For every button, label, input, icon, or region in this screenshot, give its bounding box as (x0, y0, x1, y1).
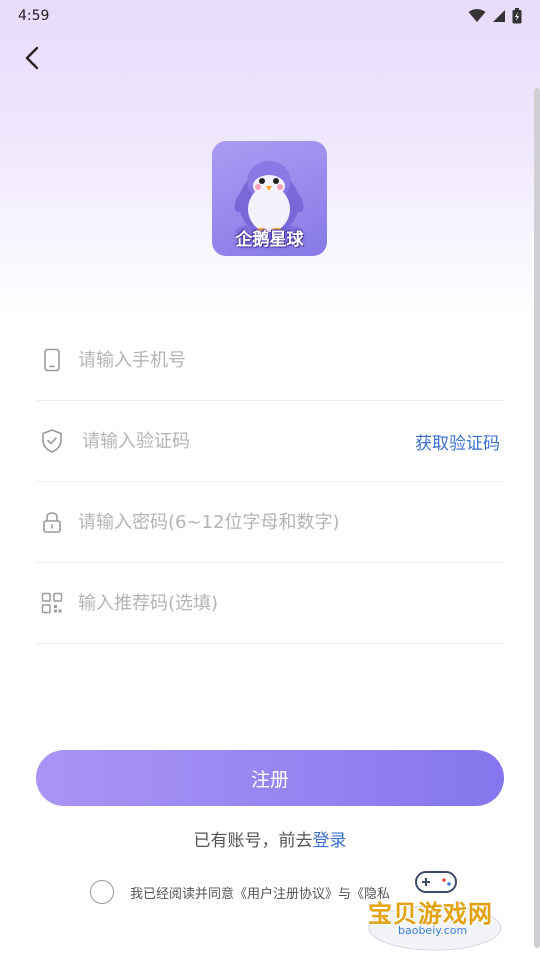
referral-field-row (36, 563, 504, 644)
code-field-row: 获取验证码 (36, 401, 504, 482)
login-prompt: 已有账号，前去 (193, 831, 313, 851)
scrollbar[interactable] (534, 88, 540, 948)
referral-input[interactable] (78, 592, 504, 614)
register-form: 获取验证码 (36, 320, 504, 644)
register-button[interactable]: 注册 (36, 750, 504, 806)
watermark: 宝贝游戏网 baobeiy.com (360, 866, 510, 952)
logo-text: 企鹅星球 (235, 230, 304, 250)
status-time: 4:59 (18, 8, 50, 24)
shield-icon (38, 428, 66, 454)
phone-icon (38, 348, 66, 372)
back-arrow-icon (25, 46, 39, 70)
get-code-button[interactable]: 获取验证码 (415, 429, 500, 454)
login-prompt-line: 已有账号，前去登录 (0, 826, 540, 851)
lock-icon (38, 511, 66, 533)
qr-code-icon (38, 592, 66, 614)
phone-field-row (36, 320, 504, 401)
battery-icon (512, 8, 522, 24)
login-link[interactable]: 登录 (313, 831, 347, 851)
agreement-row: 我已经阅读并同意《用户注册协议》与《隐私 (90, 880, 390, 904)
wifi-icon (468, 9, 486, 22)
back-button[interactable] (16, 42, 48, 74)
phone-input[interactable] (78, 349, 504, 371)
status-bar: 4:59 (0, 0, 540, 32)
password-input[interactable] (78, 511, 504, 533)
watermark-url: baobeiy.com (398, 924, 468, 937)
status-icons (468, 8, 522, 24)
agreement-text[interactable]: 我已经阅读并同意《用户注册协议》与《隐私 (130, 883, 390, 902)
signal-icon (493, 10, 505, 22)
agreement-checkbox[interactable] (90, 880, 114, 904)
app-logo: 企鹅星球 (212, 141, 327, 256)
password-field-row (36, 482, 504, 563)
